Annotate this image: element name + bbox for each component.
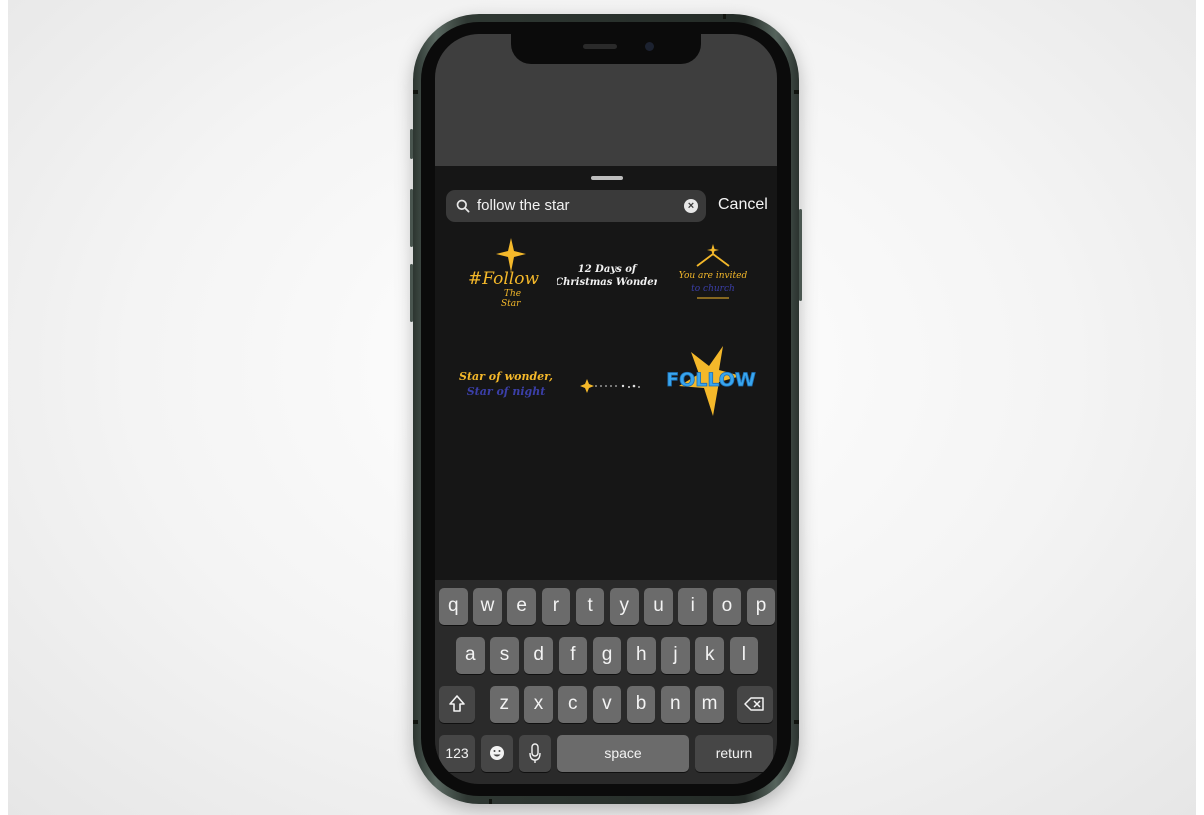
key-y[interactable]: y bbox=[610, 588, 639, 625]
key-o[interactable]: o bbox=[712, 588, 742, 625]
sticker-follow-star[interactable]: FOLLOW bbox=[661, 340, 761, 430]
power-button bbox=[799, 209, 802, 301]
sticker-12-days-art: 12 Days of Christmas Wonder bbox=[555, 264, 659, 288]
sticker-star-of-wonder-art: Star of wonder, Star of night bbox=[459, 370, 553, 398]
sticker-search-sheet: follow the star × Cancel #Follow The Sta… bbox=[435, 166, 777, 784]
sticker-text: #Follow bbox=[468, 269, 539, 289]
sticker-12-days-of-christmas[interactable]: 12 Days of Christmas Wonder bbox=[555, 236, 659, 326]
sticker-text: Star of wonder, bbox=[459, 370, 553, 383]
delete-icon bbox=[744, 697, 764, 711]
key-u[interactable]: u bbox=[644, 588, 673, 625]
key-w[interactable]: w bbox=[473, 588, 502, 625]
cancel-button[interactable]: Cancel bbox=[718, 196, 768, 214]
sticker-text: 12 Days of bbox=[578, 264, 638, 275]
sticker-invited-art: You are invited to church bbox=[679, 244, 748, 299]
silent-switch bbox=[410, 129, 413, 159]
key-e[interactable]: e bbox=[507, 588, 536, 625]
key-m[interactable]: m bbox=[695, 686, 724, 723]
dictation-key[interactable] bbox=[519, 735, 551, 772]
status-area bbox=[435, 34, 777, 166]
key-v[interactable]: v bbox=[592, 686, 622, 723]
sticker-star-trail[interactable] bbox=[557, 340, 657, 430]
antenna-line bbox=[413, 90, 418, 94]
key-d[interactable]: d bbox=[524, 637, 553, 674]
key-l[interactable]: l bbox=[729, 637, 759, 674]
sticker-follow-the-star-art: #Follow The Star bbox=[468, 238, 539, 309]
sticker-search-field[interactable]: follow the star × bbox=[446, 190, 706, 222]
delete-key[interactable] bbox=[737, 686, 773, 723]
volume-up-button bbox=[410, 189, 413, 247]
key-r[interactable]: r bbox=[541, 588, 571, 625]
keyboard: qwertyuiop asdfghjkl zxcvbnm 123 space r… bbox=[435, 580, 777, 784]
sticker-text: Star of night bbox=[467, 385, 546, 398]
notch bbox=[511, 34, 701, 64]
key-k[interactable]: k bbox=[695, 637, 724, 674]
sticker-follow-the-star[interactable]: #Follow The Star bbox=[458, 236, 558, 326]
speaker-grille bbox=[583, 44, 617, 49]
shift-icon bbox=[449, 695, 465, 712]
antenna-line bbox=[794, 90, 799, 94]
shift-key[interactable] bbox=[439, 686, 475, 723]
sticker-text: The bbox=[504, 289, 521, 299]
key-s[interactable]: s bbox=[490, 637, 519, 674]
key-n[interactable]: n bbox=[661, 686, 690, 723]
sheet-grabber-handle[interactable] bbox=[591, 176, 623, 180]
sticker-follow-star-art: FOLLOW bbox=[666, 346, 756, 416]
phone-frame: follow the star × Cancel #Follow The Sta… bbox=[410, 14, 802, 804]
antenna-line bbox=[794, 720, 799, 724]
clear-search-icon[interactable]: × bbox=[684, 199, 698, 213]
space-key[interactable]: space bbox=[557, 735, 689, 772]
antenna-line bbox=[489, 799, 492, 804]
front-camera bbox=[645, 42, 654, 51]
numbers-key[interactable]: 123 bbox=[439, 735, 475, 772]
sticker-text: to church bbox=[691, 284, 735, 294]
key-h[interactable]: h bbox=[627, 637, 656, 674]
sticker-star-of-wonder[interactable]: Star of wonder, Star of night bbox=[456, 340, 556, 430]
antenna-line bbox=[723, 14, 726, 19]
emoji-key[interactable] bbox=[481, 735, 513, 772]
microphone-icon bbox=[529, 743, 541, 763]
key-c[interactable]: c bbox=[558, 686, 587, 723]
key-q[interactable]: q bbox=[439, 588, 468, 625]
key-j[interactable]: j bbox=[661, 637, 690, 674]
key-x[interactable]: x bbox=[524, 686, 553, 723]
sticker-text: Christmas Wonder bbox=[557, 277, 657, 288]
key-f[interactable]: f bbox=[558, 637, 588, 674]
screen: follow the star × Cancel #Follow The Sta… bbox=[435, 34, 777, 784]
key-z[interactable]: z bbox=[490, 686, 519, 723]
key-b[interactable]: b bbox=[626, 686, 656, 723]
sticker-text: FOLLOW bbox=[666, 369, 756, 391]
sticker-star-trail-art bbox=[580, 379, 640, 393]
sticker-invited-to-church[interactable]: You are invited to church bbox=[661, 236, 761, 326]
sticker-text: You are invited bbox=[679, 271, 748, 281]
volume-down-button bbox=[410, 264, 413, 322]
search-icon bbox=[456, 199, 470, 213]
search-input[interactable]: follow the star bbox=[477, 197, 570, 214]
emoji-icon bbox=[490, 746, 504, 760]
key-a[interactable]: a bbox=[456, 637, 485, 674]
key-g[interactable]: g bbox=[592, 637, 622, 674]
key-p[interactable]: p bbox=[746, 588, 776, 625]
return-key[interactable]: return bbox=[695, 735, 773, 772]
key-i[interactable]: i bbox=[678, 588, 707, 625]
key-t[interactable]: t bbox=[575, 588, 605, 625]
antenna-line bbox=[413, 720, 418, 724]
sticker-text: Star bbox=[501, 299, 521, 309]
